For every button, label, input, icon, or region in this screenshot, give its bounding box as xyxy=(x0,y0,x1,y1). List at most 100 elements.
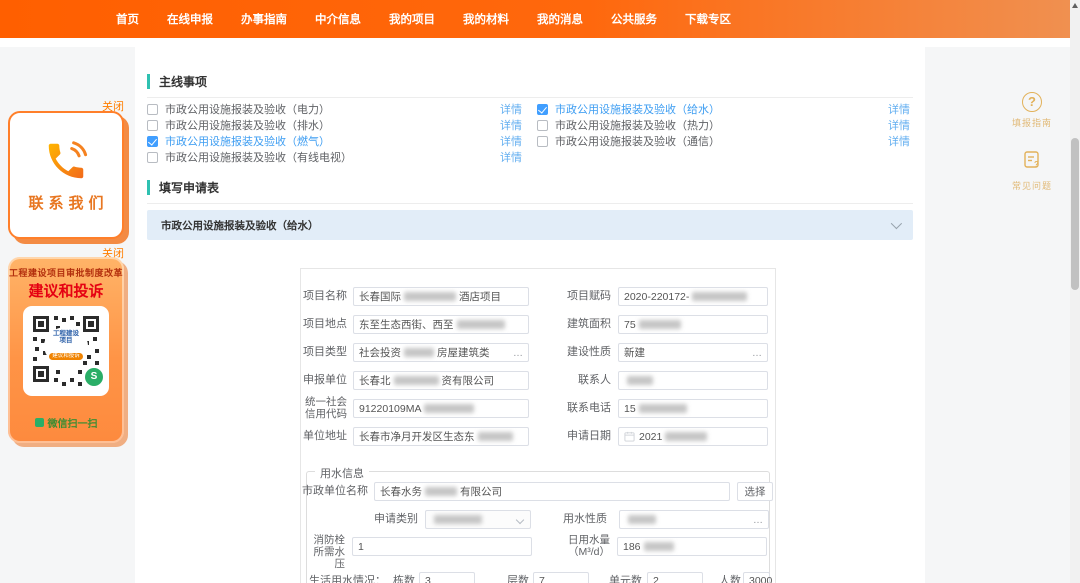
detail-link-drainage[interactable]: 详情 xyxy=(500,118,522,134)
section-divider xyxy=(147,97,913,98)
checkbox-gas[interactable] xyxy=(147,136,158,147)
qr-code: 工程建设 项目 建议和投诉 S xyxy=(23,306,109,396)
people-count-input[interactable]: 3000 xyxy=(743,572,770,583)
checkbox-cable-tv[interactable] xyxy=(147,152,158,163)
hydrant-pressure-input[interactable]: 1 xyxy=(352,537,532,556)
project-addr-input[interactable]: 东至生态西街、西至 xyxy=(353,315,529,334)
unit-count-label: 单元数 xyxy=(609,572,642,583)
value-text: 15 xyxy=(624,403,636,415)
redacted-text xyxy=(478,432,513,441)
nav-item-service-guide[interactable]: 办事指南 xyxy=(241,11,287,27)
fill-guide-label: 填报指南 xyxy=(1002,116,1062,129)
water-unit-name-label: 市政单位名称 xyxy=(302,482,368,501)
apply-unit-input[interactable]: 长春北 资有限公司 xyxy=(353,371,529,390)
detail-link-cable-tv[interactable]: 详情 xyxy=(500,150,522,166)
build-nature-label: 建设性质 xyxy=(567,343,611,362)
project-name-input[interactable]: 长春国际 酒店项目 xyxy=(353,287,529,306)
value-text: 2021 xyxy=(639,431,662,443)
scan-icon xyxy=(35,418,44,427)
item-label: 市政公用设施报装及验收（给水） xyxy=(555,102,720,118)
apply-date-input[interactable]: 2021 xyxy=(618,427,768,446)
label-line: 消防栓 xyxy=(314,534,346,546)
redacted-text xyxy=(457,320,505,329)
project-type-input[interactable]: 社会投资 房屋建筑类 … xyxy=(353,343,529,362)
value-text: 1 xyxy=(358,541,364,553)
redacted-text xyxy=(404,348,434,357)
checkbox-telecom[interactable] xyxy=(537,136,548,147)
checkbox-water-supply[interactable] xyxy=(537,104,548,115)
detail-link-electric[interactable]: 详情 xyxy=(500,102,522,118)
value-text: 房屋建筑类 xyxy=(437,345,490,360)
nav-item-online-apply[interactable]: 在线申报 xyxy=(167,11,213,27)
water-nature-input[interactable]: … xyxy=(619,510,769,529)
contact-phone-label: 联系电话 xyxy=(567,399,611,418)
section-accent-bar xyxy=(147,74,150,89)
redacted-text xyxy=(424,404,474,413)
checkbox-heating[interactable] xyxy=(537,120,548,131)
contact-us-card[interactable]: 联系我们 xyxy=(8,111,124,239)
floor-count-label: 层数 xyxy=(507,572,529,583)
complaint-qr-card[interactable]: 工程建设项目审批制度改革 建议和投诉 xyxy=(8,257,124,443)
nav-item-agency-info[interactable]: 中介信息 xyxy=(315,11,361,27)
value-text: 186 xyxy=(623,541,641,553)
mainline-item-electric: 市政公用设施报装及验收（电力） 详情 xyxy=(147,102,522,118)
apply-type-select[interactable] xyxy=(425,510,531,529)
nav-item-download-zone[interactable]: 下载专区 xyxy=(685,11,731,27)
value-text: 资有限公司 xyxy=(442,373,495,388)
redacted-text xyxy=(425,487,457,496)
more-options-icon[interactable]: … xyxy=(753,511,763,529)
build-nature-input[interactable]: 新建 … xyxy=(618,343,768,362)
item-label: 市政公用设施报装及验收（热力） xyxy=(555,118,720,134)
helper-fill-guide[interactable]: ? 填报指南 xyxy=(1002,92,1062,129)
nav-item-home[interactable]: 首页 xyxy=(116,11,139,27)
helper-faq[interactable]: ? 常见问题 xyxy=(1002,150,1062,192)
contact-phone-input[interactable]: 15 xyxy=(618,399,768,418)
living-water-label: 生活用水情况： xyxy=(309,572,386,583)
value-text: 长春国际 xyxy=(359,289,401,304)
scrollbar-thumb[interactable] xyxy=(1071,138,1079,290)
credit-code-label: 统一社会 信用代码 xyxy=(305,396,347,420)
detail-link-gas[interactable]: 详情 xyxy=(500,134,522,150)
nav-item-public-services[interactable]: 公共服务 xyxy=(611,11,657,27)
value-text: 91220109MA xyxy=(359,403,421,415)
detail-link-telecom[interactable]: 详情 xyxy=(888,134,910,150)
accordion-water-supply[interactable]: 市政公用设施报装及验收（给水） xyxy=(147,210,913,240)
daily-usage-label: 日用水量 （M³/d） xyxy=(568,534,610,558)
water-unit-name-input[interactable]: 长春水务 有限公司 xyxy=(374,482,730,501)
water-info-legend: 用水信息 xyxy=(315,465,369,481)
detail-link-heating[interactable]: 详情 xyxy=(888,118,910,134)
credit-code-input[interactable]: 91220109MA xyxy=(353,399,529,418)
form-section-header: 填写申请表 xyxy=(147,178,913,196)
build-area-input[interactable]: 75 xyxy=(618,315,768,334)
value-text: 东至生态西街、西至 xyxy=(359,317,454,332)
checkbox-electric[interactable] xyxy=(147,104,158,115)
value-text: 7 xyxy=(539,575,545,583)
svg-text:?: ? xyxy=(1034,160,1039,169)
section-divider xyxy=(147,203,913,204)
screen: 首页 在线申报 办事指南 中介信息 我的项目 我的材料 我的消息 公共服务 下载… xyxy=(0,0,1080,583)
document-question-icon: ? xyxy=(1022,150,1042,170)
complaint-card-title: 工程建设项目审批制度改革 xyxy=(8,266,124,279)
unit-addr-input[interactable]: 长春市净月开发区生态东 xyxy=(353,427,529,446)
select-unit-button[interactable]: 选择 xyxy=(737,482,773,501)
detail-link-water-supply[interactable]: 详情 xyxy=(888,102,910,118)
people-count-label: 人数 xyxy=(719,572,741,583)
floor-count-input[interactable]: 7 xyxy=(533,572,589,583)
more-options-icon[interactable]: … xyxy=(513,344,523,362)
scroll-up-arrow[interactable] xyxy=(1072,3,1078,8)
daily-usage-input[interactable]: 186 xyxy=(617,537,767,556)
project-name-label: 项目名称 xyxy=(303,287,347,306)
project-code-input[interactable]: 2020-220172- xyxy=(618,287,768,306)
building-count-input[interactable]: 3 xyxy=(419,572,475,583)
nav-item-my-projects[interactable]: 我的项目 xyxy=(389,11,435,27)
contact-person-input[interactable] xyxy=(618,371,768,390)
question-circle-icon: ? xyxy=(1022,92,1042,112)
label-line: （M³/d） xyxy=(568,546,610,558)
nav-item-my-messages[interactable]: 我的消息 xyxy=(537,11,583,27)
nav-item-my-materials[interactable]: 我的材料 xyxy=(463,11,509,27)
phone-icon xyxy=(43,138,89,184)
more-options-icon[interactable]: … xyxy=(752,344,762,362)
unit-count-input[interactable]: 2 xyxy=(647,572,703,583)
checkbox-drainage[interactable] xyxy=(147,120,158,131)
redacted-text xyxy=(639,320,681,329)
